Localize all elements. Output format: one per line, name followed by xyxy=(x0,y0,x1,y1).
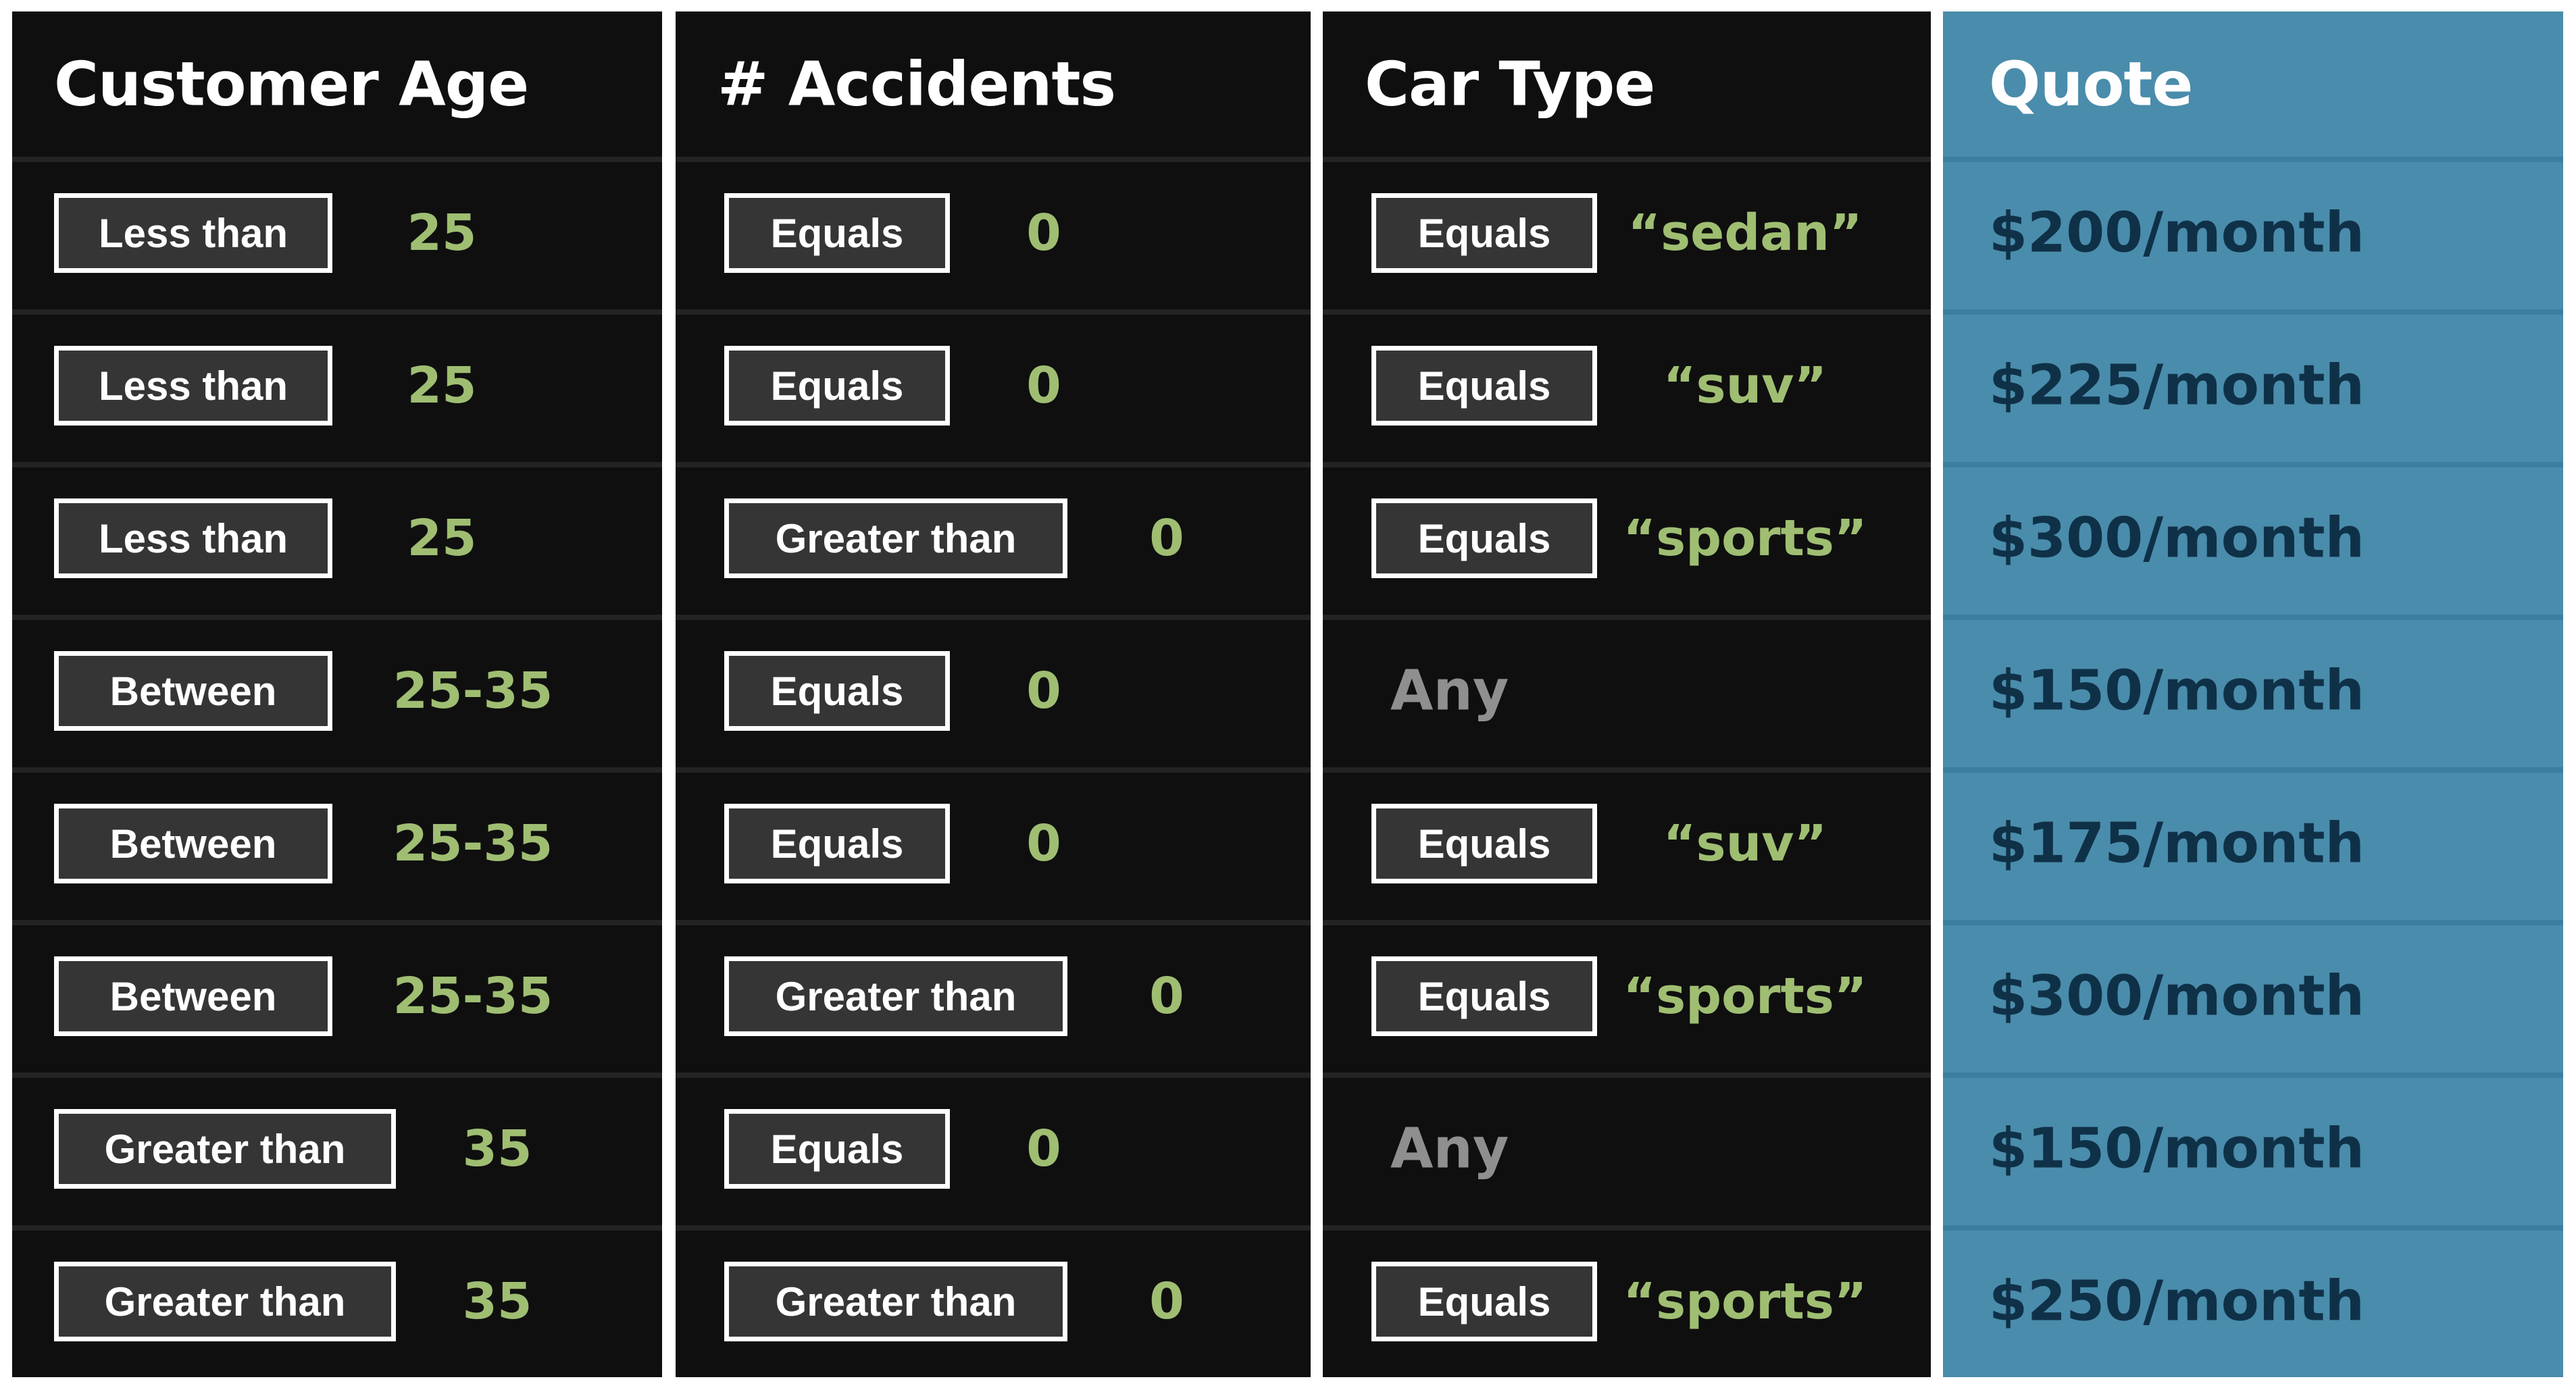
age-value: 25 xyxy=(407,357,477,415)
quote-row: $150/month xyxy=(1943,1073,2563,1220)
accidents-operator-box: Greater than xyxy=(724,1262,1067,1341)
car-type-value: “sports” xyxy=(1623,509,1867,567)
customer-age-title: Customer Age xyxy=(54,49,529,120)
car-type-operator-box: Equals xyxy=(1371,956,1597,1036)
accidents-operator-box: Greater than xyxy=(724,956,1067,1036)
age-operator-box: Less than xyxy=(54,346,332,426)
quote-row: $175/month xyxy=(1943,767,2563,915)
accidents-rule-row: Equals 0 xyxy=(676,767,1311,915)
age-rule-row: Less than 25 xyxy=(12,157,662,304)
accidents-rule-row: Equals 0 xyxy=(676,615,1311,762)
age-value: 25-35 xyxy=(393,662,553,720)
quote-row: $225/month xyxy=(1943,309,2563,457)
age-operator-box: Between xyxy=(54,651,332,731)
quote-value: $250/month xyxy=(1989,1269,2365,1334)
quote-header: Quote xyxy=(1943,11,2563,157)
car-type-operator-box: Equals xyxy=(1371,346,1597,426)
age-rule-row: Less than 25 xyxy=(12,309,662,457)
accidents-value: 0 xyxy=(1149,1272,1184,1331)
car-type-any: Any xyxy=(1390,659,1509,723)
quote-value: $225/month xyxy=(1989,353,2365,418)
car-type-rule-row: Equals “sedan” xyxy=(1323,157,1931,304)
accidents-title: # Accidents xyxy=(717,49,1116,120)
accidents-value: 0 xyxy=(1026,662,1061,720)
quote-row: $300/month xyxy=(1943,462,2563,609)
car-type-rule-row: Equals “sports” xyxy=(1323,920,1931,1067)
customer-age-header: Customer Age xyxy=(12,11,662,157)
accidents-operator-box: Greater than xyxy=(724,498,1067,578)
accidents-rule-row: Equals 0 xyxy=(676,309,1311,457)
car-type-rule-row: Equals “suv” xyxy=(1323,767,1931,915)
quote-value: $300/month xyxy=(1989,506,2365,571)
quote-column: Quote $200/month $225/month $300/month $150… xyxy=(1943,11,2563,1377)
age-value: 25 xyxy=(407,509,477,567)
accidents-value: 0 xyxy=(1026,204,1061,262)
quote-value: $175/month xyxy=(1989,811,2365,876)
age-rule-row: Between 25-35 xyxy=(12,767,662,915)
quote-row: $200/month xyxy=(1943,157,2563,304)
age-rule-row: Less than 25 xyxy=(12,462,662,609)
accidents-operator-box: Equals xyxy=(724,651,950,731)
age-rule-row: Greater than 35 xyxy=(12,1225,662,1372)
accidents-operator-box: Equals xyxy=(724,346,950,426)
accidents-value: 0 xyxy=(1149,509,1184,567)
accidents-rule-row: Greater than 0 xyxy=(676,1225,1311,1372)
accidents-operator-box: Equals xyxy=(724,804,950,883)
quote-title: Quote xyxy=(1989,49,2193,120)
accidents-value: 0 xyxy=(1026,815,1061,873)
car-type-rule-row: Any xyxy=(1323,615,1931,762)
age-operator-box: Less than xyxy=(54,498,332,578)
quote-value: $150/month xyxy=(1989,659,2365,723)
car-type-operator-box: Equals xyxy=(1371,804,1597,883)
accidents-value: 0 xyxy=(1026,357,1061,415)
car-type-title: Car Type xyxy=(1365,49,1655,120)
car-type-operator-box: Equals xyxy=(1371,1262,1597,1341)
age-operator-box: Between xyxy=(54,804,332,883)
age-operator-box: Greater than xyxy=(54,1262,396,1341)
quote-row: $300/month xyxy=(1943,920,2563,1067)
car-type-rule-row: Equals “sports” xyxy=(1323,1225,1931,1372)
quote-row: $150/month xyxy=(1943,615,2563,762)
car-type-rule-row: Any xyxy=(1323,1073,1931,1220)
car-type-operator-box: Equals xyxy=(1371,498,1597,578)
age-rule-row: Greater than 35 xyxy=(12,1073,662,1220)
car-type-rule-row: Equals “suv” xyxy=(1323,309,1931,457)
accidents-rule-row: Equals 0 xyxy=(676,1073,1311,1220)
age-rule-row: Between 25-35 xyxy=(12,615,662,762)
age-value: 25-35 xyxy=(393,967,553,1025)
age-operator-box: Greater than xyxy=(54,1109,396,1189)
car-type-value: “sports” xyxy=(1623,1272,1867,1331)
accidents-column: # Accidents Equals 0 Equals 0 Greater than 0 E… xyxy=(676,11,1311,1377)
car-type-any: Any xyxy=(1390,1116,1509,1181)
accidents-operator-box: Equals xyxy=(724,193,950,273)
age-value: 25 xyxy=(407,204,477,262)
age-value: 25-35 xyxy=(393,815,553,873)
car-type-value: “suv” xyxy=(1663,815,1827,873)
customer-age-column: Customer Age Less than 25 Less than 25 Less … xyxy=(12,11,662,1377)
car-type-operator-box: Equals xyxy=(1371,193,1597,273)
car-type-rule-row: Equals “sports” xyxy=(1323,462,1931,609)
quote-value: $200/month xyxy=(1989,201,2365,265)
age-operator-box: Between xyxy=(54,956,332,1036)
accidents-value: 0 xyxy=(1149,967,1184,1025)
car-type-value: “sports” xyxy=(1623,967,1867,1025)
accidents-value: 0 xyxy=(1026,1120,1061,1178)
quote-value: $300/month xyxy=(1989,964,2365,1029)
accidents-operator-box: Equals xyxy=(724,1109,950,1189)
accidents-rule-row: Equals 0 xyxy=(676,157,1311,304)
car-type-header: Car Type xyxy=(1323,11,1931,157)
age-value: 35 xyxy=(462,1272,532,1331)
quote-value: $150/month xyxy=(1989,1116,2365,1181)
car-type-column: Car Type Equals “sedan” Equals “suv” Equals “… xyxy=(1323,11,1931,1377)
car-type-value: “suv” xyxy=(1663,357,1827,415)
quote-row: $250/month xyxy=(1943,1225,2563,1372)
accidents-header: # Accidents xyxy=(676,11,1311,157)
age-value: 35 xyxy=(462,1120,532,1178)
age-rule-row: Between 25-35 xyxy=(12,920,662,1067)
car-type-value: “sedan” xyxy=(1627,204,1863,262)
accidents-rule-row: Greater than 0 xyxy=(676,462,1311,609)
age-operator-box: Less than xyxy=(54,193,332,273)
accidents-rule-row: Greater than 0 xyxy=(676,920,1311,1067)
